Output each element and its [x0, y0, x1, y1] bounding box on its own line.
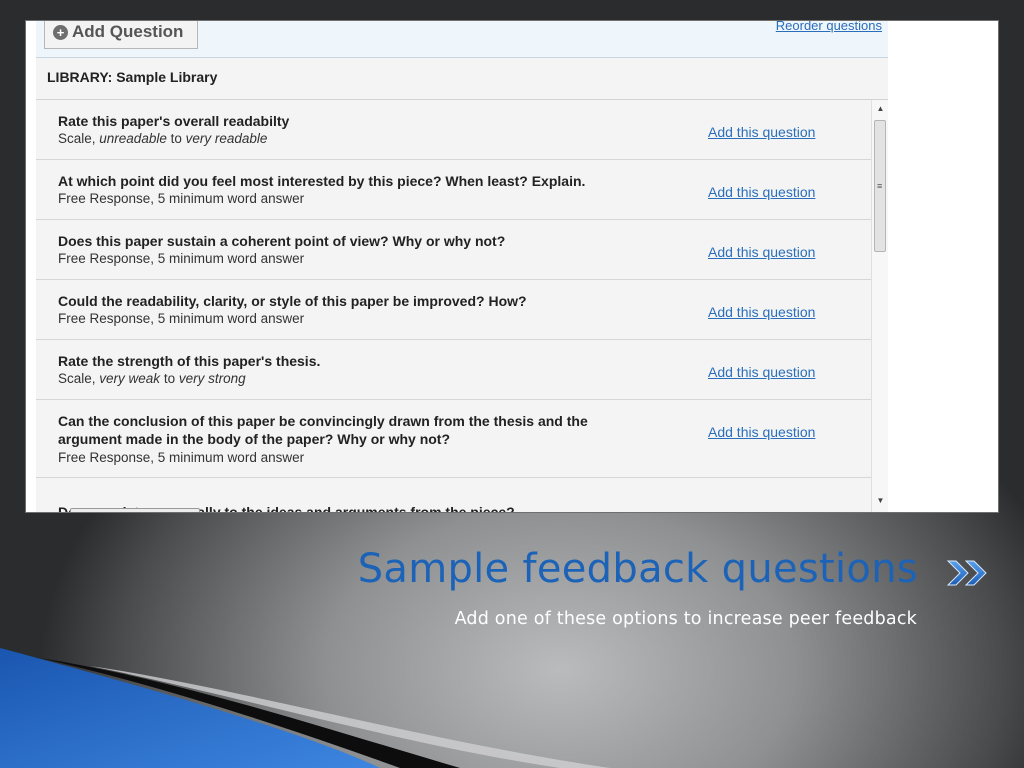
question-list: Rate this paper's overall readabilty Sca… — [36, 100, 871, 498]
list-item: Rate this paper's overall readabilty Sca… — [36, 100, 871, 160]
grip-icon: ≡ — [877, 181, 883, 191]
scroll-down-arrow-icon[interactable]: ▼ — [872, 494, 888, 508]
question-type: Free Response, 5 minimum word answer — [58, 450, 305, 465]
reorder-questions-link[interactable]: Reorder questions — [776, 21, 882, 33]
add-this-question-link[interactable]: Add this question — [708, 244, 815, 260]
add-this-question-link[interactable]: Add this question — [708, 184, 815, 200]
bottom-button[interactable] — [70, 508, 200, 512]
slide-title: Sample feedback questions — [357, 546, 918, 592]
list-item: At which point did you feel most interes… — [36, 160, 871, 220]
top-toolbar: + Add Question Reorder questions — [36, 21, 888, 58]
blank-area — [888, 21, 998, 512]
list-item: Could the readability, clarity, or style… — [36, 280, 871, 340]
add-this-question-link[interactable]: Add this question — [708, 424, 815, 440]
add-question-button[interactable]: + Add Question — [44, 21, 198, 49]
question-title-line-1: Can the conclusion of this paper be conv… — [58, 413, 588, 429]
decorative-swoosh — [0, 648, 610, 768]
list-item: Rate the strength of this paper's thesis… — [36, 340, 871, 400]
add-this-question-link[interactable]: Add this question — [708, 304, 815, 320]
list-item: Does this paper sustain a coherent point… — [36, 220, 871, 280]
question-title: At which point did you feel most interes… — [58, 173, 586, 189]
scroll-up-arrow-icon[interactable]: ▲ — [872, 102, 888, 116]
plus-circle-icon: + — [53, 24, 68, 40]
question-type: Free Response, 5 minimum word answer — [58, 191, 305, 206]
library-title: LIBRARY: Sample Library — [47, 69, 218, 85]
add-question-label: Add Question — [72, 22, 184, 41]
list-item: Can the conclusion of this paper be conv… — [36, 400, 871, 478]
question-title: Could the readability, clarity, or style… — [58, 293, 527, 309]
question-type: Free Response, 5 minimum word answer — [58, 311, 305, 326]
question-title: Rate the strength of this paper's thesis… — [58, 353, 321, 369]
slide-subtitle: Add one of these options to increase pee… — [454, 609, 917, 629]
screenshot-frame: + Add Question Reorder questions LIBRARY… — [25, 20, 999, 513]
add-this-question-link[interactable]: Add this question — [708, 124, 815, 140]
question-type: Scale, unreadable to very readable — [58, 131, 268, 146]
add-this-question-link[interactable]: Add this question — [708, 364, 815, 380]
scrollbar-thumb[interactable]: ≡ — [874, 120, 886, 252]
question-type: Scale, very weak to very strong — [58, 371, 246, 386]
question-title: Rate this paper's overall readabilty — [58, 113, 290, 129]
question-title-line-2: argument made in the body of the paper? … — [58, 431, 451, 447]
double-chevron-right-icon — [946, 560, 987, 586]
vertical-scrollbar[interactable]: ▲ ≡ ▼ — [871, 100, 888, 512]
question-title: Does this paper sustain a coherent point… — [58, 233, 506, 249]
question-type: Free Response, 5 minimum word answer — [58, 251, 305, 266]
question-library-panel: + Add Question Reorder questions LIBRARY… — [36, 21, 888, 512]
